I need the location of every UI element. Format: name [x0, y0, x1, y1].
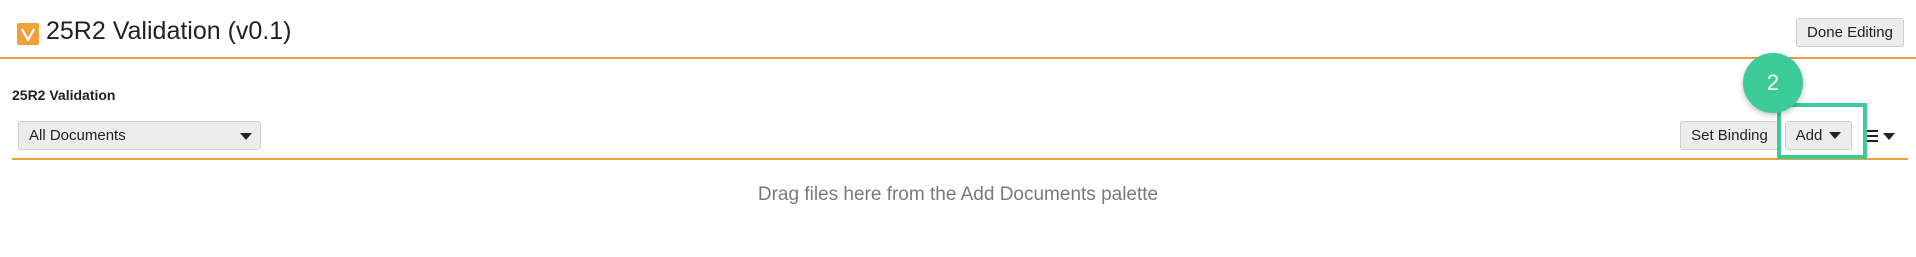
vault-logo-icon — [17, 23, 39, 45]
drop-zone-message: Drag files here from the Add Documents p… — [757, 184, 1159, 205]
set-binding-button[interactable]: Set Binding — [1680, 121, 1779, 150]
page-header: 25R2 Validation (v0.1) Done Editing — [0, 0, 1916, 59]
section-title: 25R2 Validation — [12, 87, 116, 103]
document-filter-value: All Documents — [29, 127, 126, 144]
view-options-menu[interactable] — [1864, 126, 1900, 146]
page-title: 25R2 Validation (v0.1) — [46, 17, 292, 45]
document-filter-select[interactable]: All Documents — [18, 121, 261, 150]
tutorial-highlight-box — [1777, 103, 1867, 159]
chevron-down-icon — [1883, 132, 1895, 140]
section-divider — [12, 158, 1908, 160]
chevron-down-icon — [240, 133, 252, 140]
tutorial-step-badge: 2 — [1743, 53, 1803, 113]
done-editing-button[interactable]: Done Editing — [1796, 18, 1904, 47]
